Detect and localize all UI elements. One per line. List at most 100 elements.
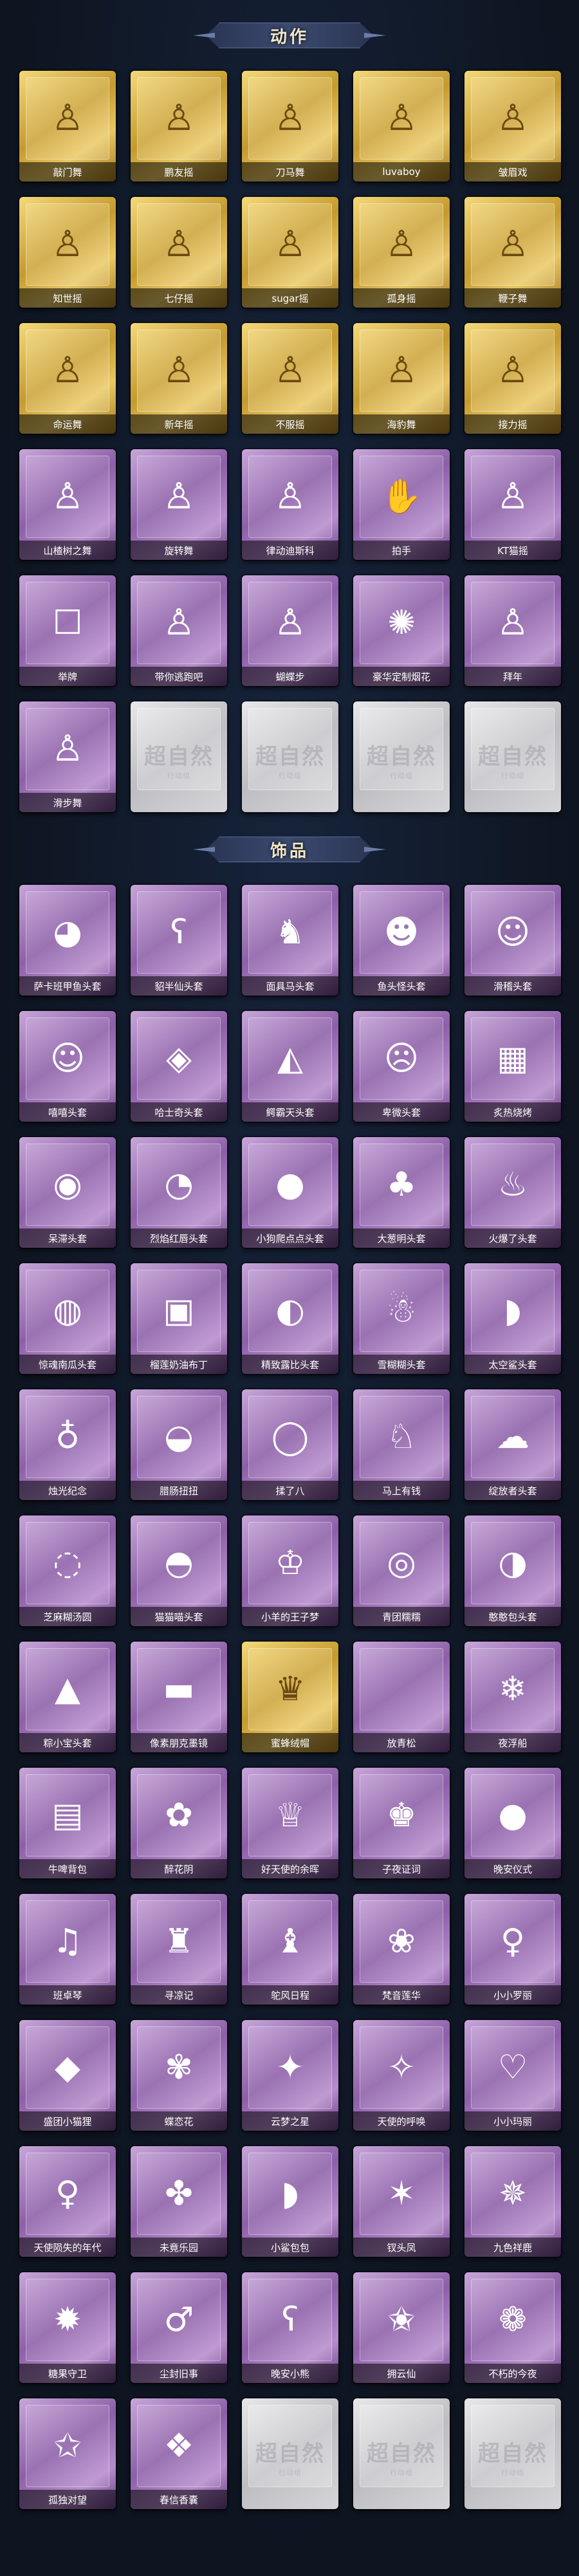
accessory-card[interactable]: ♡ 小小玛丽 xyxy=(464,2020,561,2131)
accessory-card[interactable]: ◯ 揉了八 xyxy=(242,1389,338,1500)
accessory-card[interactable]: ♫ 班卓琴 xyxy=(19,1894,116,2005)
card-label: 接力摇 xyxy=(464,414,561,434)
accessory-card[interactable]: ☻ 鱼头怪头套 xyxy=(353,885,450,996)
accessory-card[interactable]: ♁ 烛光纪念 xyxy=(19,1389,116,1500)
action-card[interactable]: ♙ 鞭子舞 xyxy=(464,197,561,308)
accessory-card[interactable]: ♔ 小羊的王子梦 xyxy=(242,1515,338,1626)
accessory-card[interactable]: ✤ 未竟乐园 xyxy=(131,2146,227,2257)
accessory-card[interactable]: ◉ 呆滞头套 xyxy=(19,1137,116,1248)
card-frame: ◆ xyxy=(26,2026,109,2109)
accessory-card[interactable]: ☺ 嘻嘻头套 xyxy=(19,1011,116,1122)
action-card[interactable]: ♙ 带你逃跑吧 xyxy=(131,575,227,686)
accessory-card[interactable]: ◓ 猫猫喵头套 xyxy=(131,1515,227,1626)
accessory-card[interactable]: ☁ 绽放者头套 xyxy=(464,1389,561,1500)
accessory-card[interactable]: ♚ 子夜证词 xyxy=(353,1768,450,1878)
card-frame: ♙ xyxy=(137,203,221,286)
action-card[interactable]: ♙ 新年摇 xyxy=(131,323,227,434)
accessory-card[interactable]: ▣ 榴莲奶油布丁 xyxy=(131,1263,227,1374)
accessory-card[interactable]: ♣ 大葱明头套 xyxy=(353,1137,450,1248)
accessory-card[interactable]: ❀ 梵音莲华 xyxy=(353,1894,450,2005)
action-card[interactable]: ♙ 七仔摇 xyxy=(131,197,227,308)
accessory-card[interactable]: ʕ 晚安小熊 xyxy=(242,2272,338,2383)
accessory-card[interactable]: ✾ 蝶恋花 xyxy=(131,2020,227,2131)
action-card[interactable]: ♙ 滑步舞 xyxy=(19,701,116,812)
accessory-card[interactable]: ☃ 雪糊糊头套 xyxy=(353,1263,450,1374)
accessory-card[interactable]: ● 小狗爬点点头套 xyxy=(242,1137,338,1248)
accessory-card[interactable]: ◐ 精致露比头套 xyxy=(242,1263,338,1374)
accessory-card[interactable]: ▦ 炙热烧烤 xyxy=(464,1011,561,1122)
accessory-card[interactable]: ◗ 小鲨包包 xyxy=(242,2146,338,2257)
accessory-card[interactable]: ● 晚安仪式 xyxy=(464,1768,561,1878)
action-card[interactable]: ✺ 豪华定制烟花 xyxy=(353,575,450,686)
card-frame: ♙ xyxy=(360,77,443,160)
accessory-card[interactable]: ♨ 火爆了头套 xyxy=(464,1137,561,1248)
accessory-card[interactable]: ◆ 盛团小猫狸 xyxy=(19,2020,116,2131)
action-card[interactable]: ♙ 孤身摇 xyxy=(353,197,450,308)
accessory-card[interactable]: ☹ 卑微头套 xyxy=(353,1011,450,1122)
accessory-card[interactable]: ♂ 尘封旧事 xyxy=(131,2272,227,2383)
action-card[interactable]: ♙ 皱眉戏 xyxy=(464,71,561,181)
accessory-card[interactable]: ☺ 滑稽头套 xyxy=(464,885,561,996)
accessory-card[interactable]: ◔ 烈焰红唇头套 xyxy=(131,1137,227,1248)
action-card[interactable]: ✋ 拍手 xyxy=(353,449,450,560)
action-card[interactable]: ♙ 敲门舞 xyxy=(19,71,116,181)
action-card[interactable]: ♙ 律动迪斯科 xyxy=(242,449,338,560)
action-card[interactable]: ♙ 刀马舞 xyxy=(242,71,338,181)
section-title-actions: 动作 xyxy=(270,27,309,47)
accessory-card[interactable]: ʕ 貂半仙头套 xyxy=(131,885,227,996)
accessory-card[interactable]: ♕ 好天使的余晖 xyxy=(242,1768,338,1878)
accessory-card[interactable]: ✿ 醉花阴 xyxy=(131,1768,227,1878)
action-card[interactable]: ♙ luvaboy xyxy=(353,71,450,181)
action-card[interactable]: ♙ 海豹舞 xyxy=(353,323,450,434)
accessory-card[interactable]: ♜ 寻凉记 xyxy=(131,1894,227,2005)
card-label: 惊魂南瓜头套 xyxy=(19,1355,116,1374)
accessory-card[interactable]: ◈ 哈士奇头套 xyxy=(131,1011,227,1122)
watermark-subtext: 行动组 xyxy=(279,2469,302,2477)
accessory-card[interactable]: ◍ 惊魂南瓜头套 xyxy=(19,1263,116,1374)
action-card[interactable]: ♙ 拜年 xyxy=(464,575,561,686)
accessory-card[interactable]: ◑ 憨憨包头套 xyxy=(464,1515,561,1626)
accessory-card[interactable]: ◕ 萨卡班甲鱼头套 xyxy=(19,885,116,996)
card-label: 牛啤背包 xyxy=(19,1859,116,1878)
action-card[interactable]: ♙ 接力摇 xyxy=(464,323,561,434)
dazed-icon: ◉ xyxy=(53,1165,82,1204)
accessory-card[interactable]: ✬ 拥云仙 xyxy=(353,2272,450,2383)
action-card[interactable]: ♙ 不服摇 xyxy=(242,323,338,434)
action-card[interactable]: ♙ 知世摇 xyxy=(19,197,116,308)
accessory-card[interactable]: ✵ 九色祥鹿 xyxy=(464,2146,561,2257)
action-card[interactable]: ♙ sugar摇 xyxy=(242,197,338,308)
accessory-card[interactable]: ◗ 太空鲨头套 xyxy=(464,1263,561,1374)
action-card[interactable]: ♙ KT猫摇 xyxy=(464,449,561,560)
accessory-card[interactable]: ✧ 天使的呼唤 xyxy=(353,2020,450,2131)
accessory-card[interactable]: ◎ 青团糯糯 xyxy=(353,1515,450,1626)
accessory-card[interactable]: ◭ 鳄霸天头套 xyxy=(242,1011,338,1122)
accessory-card[interactable]: ❄ 夜浮船 xyxy=(464,1642,561,1752)
action-card[interactable]: ♙ 旋转舞 xyxy=(131,449,227,560)
accessory-card[interactable]: ❁ 不朽的今夜 xyxy=(464,2272,561,2383)
accessory-card[interactable]: ❖ 春信香囊 xyxy=(131,2398,227,2509)
accessory-card[interactable]: ♞ 面具马头套 xyxy=(242,885,338,996)
accessory-card[interactable]: ✶ 钗头凤 xyxy=(353,2146,450,2257)
accessory-card[interactable]: ♝ 鸵风日程 xyxy=(242,1894,338,2005)
accessory-card[interactable]: ✩ 孤独对望 xyxy=(19,2398,116,2509)
accessory-card[interactable]: ▬ 像素朋克墨镜 xyxy=(131,1642,227,1752)
accessory-card[interactable]: ♀ 小小罗丽 xyxy=(464,1894,561,2005)
action-card[interactable]: ♙ 蝴蝶步 xyxy=(242,575,338,686)
accessory-card[interactable]: ◒ 腊肠扭扭 xyxy=(131,1389,227,1500)
accessory-card[interactable]: ♛ 蜜蜂绒帽 xyxy=(242,1642,338,1752)
action-card[interactable]: ♙ 鹏友摇 xyxy=(131,71,227,181)
accessory-card[interactable]: ▲ 粽小宝头套 xyxy=(19,1642,116,1752)
accessory-card[interactable]: ◌ 芝麻糊汤圆 xyxy=(19,1515,116,1626)
accessory-card[interactable]: ▤ 牛啤背包 xyxy=(19,1768,116,1878)
zongzi-icon: ▲ xyxy=(55,1670,80,1709)
action-card[interactable]: ☐ 举牌 xyxy=(19,575,116,686)
accessory-card[interactable]: ♘ 马上有钱 xyxy=(353,1389,450,1500)
action-card[interactable]: ♙ 山楂树之舞 xyxy=(19,449,116,560)
accessory-card[interactable]: ♀ 天使陨失的年代 xyxy=(19,2146,116,2257)
bear-doll-icon: ʕ xyxy=(281,2301,299,2339)
action-card[interactable]: ♙ 命运舞 xyxy=(19,323,116,434)
accessory-card[interactable]: 放青松 xyxy=(353,1642,450,1752)
card-label: 糖果守卫 xyxy=(19,2364,116,2383)
accessory-card[interactable]: ✦ 云梦之星 xyxy=(242,2020,338,2131)
accessory-card[interactable]: ✹ 糖果守卫 xyxy=(19,2272,116,2383)
